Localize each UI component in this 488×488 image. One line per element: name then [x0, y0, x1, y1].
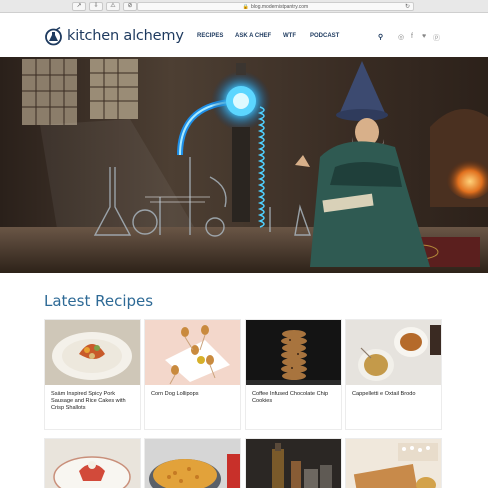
- pinterest-icon[interactable]: ⓟ: [433, 33, 440, 43]
- recipe-thumbnail[interactable]: [45, 439, 140, 488]
- block-icon[interactable]: ⊘: [123, 2, 137, 11]
- url-text: blog.modernistpantry.com: [251, 4, 309, 10]
- address-bar[interactable]: 🔒 blog.modernistpantry.com ↻: [137, 2, 414, 11]
- nav-ask-a-chef[interactable]: ASK A CHEF: [235, 33, 271, 39]
- recipe-thumbnail[interactable]: [145, 320, 240, 385]
- recipe-card[interactable]: [44, 438, 141, 488]
- section-title: Latest Recipes: [44, 292, 154, 310]
- recipe-card[interactable]: Ssäm Inspired Spicy Pork Sausage and Ric…: [44, 319, 141, 430]
- recipe-card[interactable]: [345, 438, 442, 488]
- recipe-card[interactable]: [245, 438, 342, 488]
- instagram-icon[interactable]: ◎: [398, 33, 404, 41]
- recipe-card[interactable]: Cappelletti e Oxtail Brodo: [345, 319, 442, 430]
- recipe-card[interactable]: Coffee Infused Chocolate Chip Cookies: [245, 319, 342, 430]
- recipe-thumbnail[interactable]: [346, 439, 441, 488]
- share-icon[interactable]: ↗: [72, 2, 86, 11]
- recipe-title[interactable]: Cappelletti e Oxtail Brodo: [346, 385, 441, 398]
- site-logo[interactable]: kitchen alchemy: [44, 23, 184, 49]
- recipe-card[interactable]: Corn Dog Lollipops: [144, 319, 241, 430]
- twitter-icon[interactable]: ♥: [422, 33, 426, 40]
- recipe-card[interactable]: [144, 438, 241, 488]
- recipe-thumbnail[interactable]: [45, 320, 140, 385]
- browser-toolbar: ↗ ⇩ ⚠ ⊘ 🔒 blog.modernistpantry.com ↻: [0, 0, 488, 13]
- lock-icon: 🔒: [242, 4, 250, 10]
- warning-icon[interactable]: ⚠: [106, 2, 120, 11]
- recipe-thumbnail[interactable]: [145, 439, 240, 488]
- recipe-thumbnail[interactable]: [346, 320, 441, 385]
- facebook-icon[interactable]: f: [411, 33, 413, 40]
- nav-wtf[interactable]: WTF: [283, 33, 296, 39]
- logo-text: kitchen alchemy: [67, 28, 184, 44]
- recipe-title[interactable]: Coffee Infused Chocolate Chip Cookies: [246, 385, 341, 405]
- download-icon[interactable]: ⇩: [89, 2, 103, 11]
- recipe-thumbnail[interactable]: [246, 320, 341, 385]
- recipe-thumbnail[interactable]: [246, 439, 341, 488]
- hero-image[interactable]: [0, 57, 488, 273]
- nav-podcast[interactable]: PODCAST: [310, 33, 339, 39]
- flask-icon: [44, 26, 63, 46]
- nav-recipes[interactable]: RECIPES: [197, 33, 223, 39]
- reload-icon[interactable]: ↻: [405, 3, 410, 11]
- site-header: kitchen alchemy RECIPES ASK A CHEF WTF P…: [0, 13, 488, 58]
- search-icon[interactable]: ⚲: [378, 33, 383, 41]
- recipe-title[interactable]: Corn Dog Lollipops: [145, 385, 240, 398]
- recipe-title[interactable]: Ssäm Inspired Spicy Pork Sausage and Ric…: [45, 385, 140, 412]
